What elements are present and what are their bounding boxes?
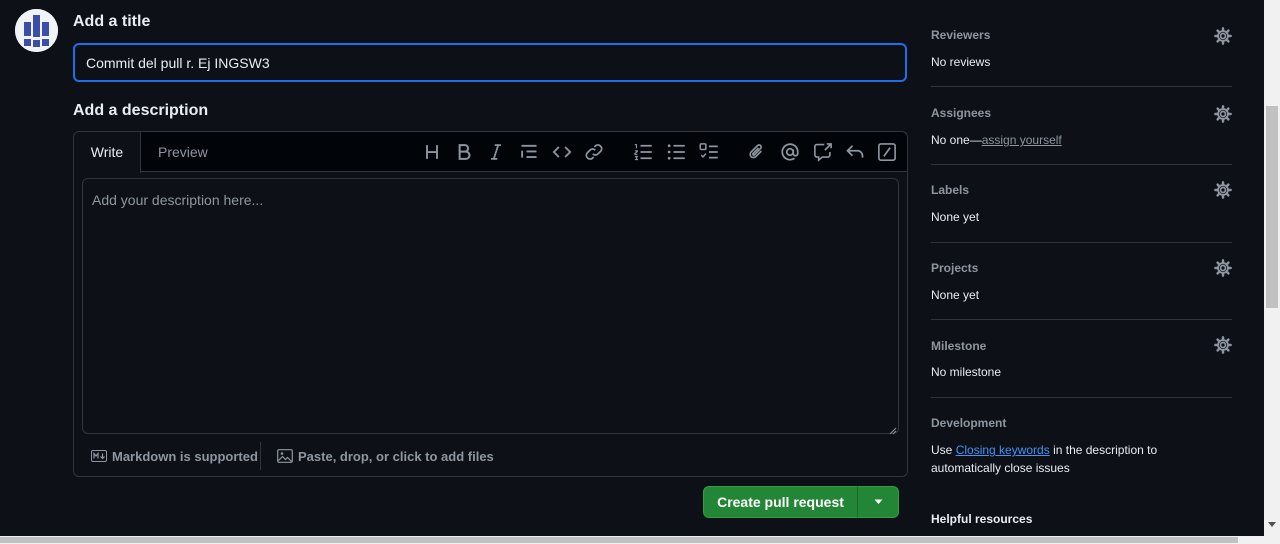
italic-icon[interactable] <box>486 142 506 162</box>
reviewers-gear-icon[interactable] <box>1214 27 1232 45</box>
heading-icon[interactable] <box>422 142 442 162</box>
reviewers-section: Reviewers No reviews <box>931 0 1232 87</box>
development-text-prefix: Use <box>931 443 956 457</box>
mention-icon[interactable] <box>780 142 800 162</box>
user-avatar-icon <box>15 9 58 52</box>
quote-icon[interactable] <box>519 142 539 162</box>
assignees-gear-icon[interactable] <box>1214 105 1232 123</box>
helpful-resources-heading: Helpful resources <box>931 512 1033 526</box>
labels-value: None yet <box>931 210 980 224</box>
cross-reference-icon[interactable] <box>813 142 833 162</box>
resize-handle[interactable] <box>887 422 897 435</box>
milestone-section: Milestone No milestone <box>931 320 1232 398</box>
milestone-gear-icon[interactable] <box>1214 336 1232 354</box>
unordered-list-icon[interactable] <box>666 142 686 162</box>
milestone-value: No milestone <box>931 365 1002 379</box>
markdown-icon <box>91 450 107 462</box>
vertical-scrollbar[interactable] <box>1264 0 1280 536</box>
projects-heading: Projects <box>931 261 979 275</box>
assign-yourself-link[interactable]: assign yourself <box>982 133 1062 147</box>
assignees-value: No one—assign yourself <box>931 133 1062 147</box>
bold-icon[interactable] <box>454 142 474 162</box>
link-icon[interactable] <box>584 142 604 162</box>
title-input[interactable] <box>73 43 907 82</box>
description-editor: Write Preview Add your description here.… <box>73 131 908 477</box>
development-heading: Development <box>931 416 1007 430</box>
markdown-supported-label: Markdown is supported <box>112 448 258 464</box>
add-files-link[interactable]: Paste, drop, or click to add files <box>277 446 494 466</box>
reviewers-heading: Reviewers <box>931 28 991 42</box>
tab-preview[interactable]: Preview <box>158 132 208 172</box>
triangle-down-icon <box>874 499 883 504</box>
tab-write[interactable]: Write <box>74 132 141 173</box>
task-list-icon[interactable] <box>699 142 719 162</box>
create-options-dropdown-button[interactable] <box>857 486 899 518</box>
projects-section: Projects None yet <box>931 243 1232 320</box>
development-text: Use Closing keywords in the description … <box>931 441 1171 477</box>
assignees-section: Assignees No one—assign yourself <box>931 87 1232 165</box>
milestone-heading: Milestone <box>931 339 987 353</box>
editor-tabbar: Write Preview <box>74 132 907 173</box>
reviewers-value: No reviews <box>931 55 991 69</box>
assignees-heading: Assignees <box>931 106 992 120</box>
create-pull-request-button[interactable]: Create pull request <box>703 486 858 518</box>
image-icon <box>277 449 293 463</box>
footer-divider <box>260 442 261 470</box>
projects-value: None yet <box>931 288 980 302</box>
labels-heading: Labels <box>931 183 970 197</box>
numbered-list-icon[interactable] <box>633 142 653 162</box>
description-textarea[interactable] <box>82 178 899 434</box>
add-files-label: Paste, drop, or click to add files <box>298 448 494 464</box>
description-heading: Add a description <box>73 102 209 119</box>
code-icon[interactable] <box>552 142 572 162</box>
vertical-scrollbar-thumb[interactable] <box>1266 106 1278 308</box>
saved-reply-icon[interactable] <box>845 142 865 162</box>
avatar[interactable] <box>15 9 58 52</box>
attach-icon[interactable] <box>747 142 767 162</box>
scroll-down-arrow-icon[interactable] <box>1268 522 1276 527</box>
projects-gear-icon[interactable] <box>1214 259 1232 277</box>
horizontal-scrollbar-thumb[interactable] <box>0 537 1238 543</box>
labels-section: Labels None yet <box>931 165 1232 243</box>
markdown-supported-link[interactable]: Markdown is supported <box>91 446 258 466</box>
slash-commands-icon[interactable] <box>877 142 897 162</box>
title-heading: Add a title <box>73 13 151 30</box>
assignees-value-text: No one— <box>931 133 982 147</box>
closing-keywords-link[interactable]: Closing keywords <box>956 443 1050 457</box>
horizontal-scrollbar[interactable] <box>0 536 1280 544</box>
labels-gear-icon[interactable] <box>1214 181 1232 199</box>
